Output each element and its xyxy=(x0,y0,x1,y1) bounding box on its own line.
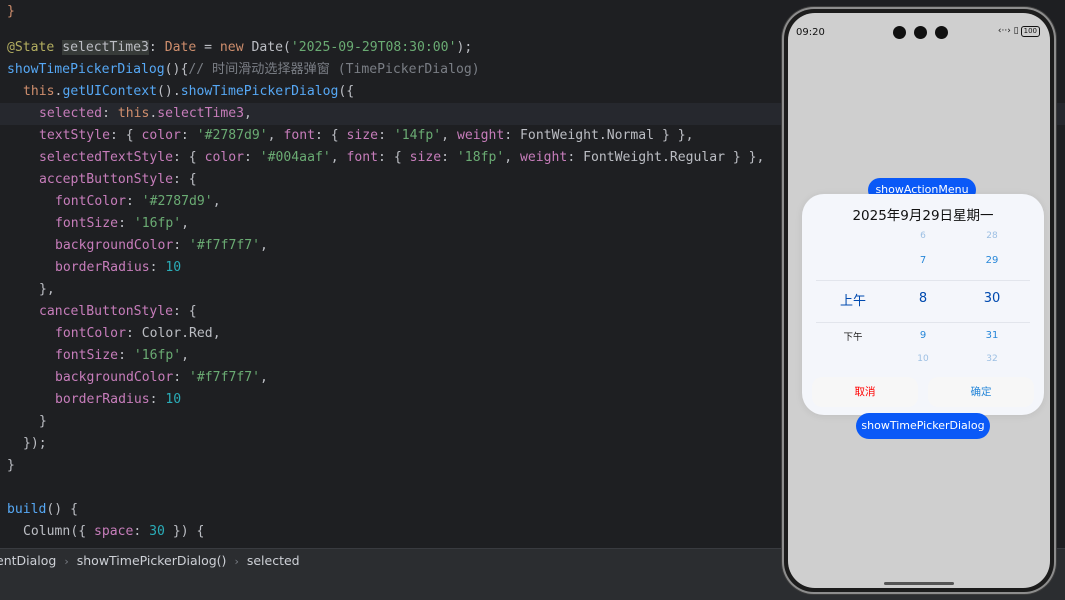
time-picker-dialog: 2025年9月29日星期一 上午 下午 6 7 8 9 10 28 29 30 xyxy=(802,194,1044,415)
minute-option[interactable]: 31 xyxy=(962,330,1022,341)
chevron-right-icon: › xyxy=(234,555,239,568)
status-clock: 09:20 xyxy=(796,27,825,38)
code-line: fontColor: '#2787d9', xyxy=(55,194,221,209)
ampm-selected[interactable]: 上午 xyxy=(823,290,883,309)
code-line: borderRadius: 10 xyxy=(55,392,182,407)
code-line: @State selectTime3: Date = new Date('202… xyxy=(7,40,473,55)
hour-option[interactable]: 10 xyxy=(893,354,953,364)
minute-option[interactable]: 29 xyxy=(962,255,1022,266)
hour-selected[interactable]: 8 xyxy=(893,291,953,306)
code-line: } xyxy=(7,458,15,473)
accept-button[interactable]: 确定 xyxy=(928,377,1034,407)
selection-divider-bottom xyxy=(816,322,1030,323)
code-line: fontColor: Color.Red, xyxy=(55,326,221,341)
home-indicator[interactable] xyxy=(884,582,954,585)
code-line: this.getUIContext().showTimePickerDialog… xyxy=(23,84,355,99)
breadcrumb-item[interactable]: selected xyxy=(247,549,300,572)
code-line: textStyle: { color: '#2787d9', font: { s… xyxy=(39,128,694,143)
dialog-title: 2025年9月29日星期一 xyxy=(852,208,994,224)
camera-icon xyxy=(935,26,948,39)
code-line: fontSize: '16fp', xyxy=(55,348,190,363)
cancel-button[interactable]: 取消 xyxy=(812,377,918,407)
battery-icon: 100 xyxy=(1020,26,1040,37)
camera-icon xyxy=(893,26,906,39)
code-line: } xyxy=(7,4,15,19)
minute-option[interactable]: 28 xyxy=(962,231,1022,241)
code-line: backgroundColor: '#f7f7f7', xyxy=(55,238,268,253)
hour-option[interactable]: 9 xyxy=(893,330,953,341)
code-line: selectedTextStyle: { color: '#004aaf', f… xyxy=(39,150,765,165)
phone-screen: 09:20 ‹··› ▯ 100 showActionMenu 2025年9月29… xyxy=(788,13,1050,588)
show-time-picker-dialog-button[interactable]: showTimePickerDialog xyxy=(856,413,990,439)
breadcrumb-item[interactable]: entDialog xyxy=(0,549,56,572)
code-line: acceptButtonStyle: { xyxy=(39,172,197,187)
chevron-right-icon: › xyxy=(64,555,69,568)
minute-option[interactable]: 32 xyxy=(962,354,1022,364)
ampm-option[interactable]: 下午 xyxy=(823,329,883,343)
signal-icon: ‹··› ▯ xyxy=(997,26,1019,36)
hour-option[interactable]: 6 xyxy=(893,231,953,241)
code-line: fontSize: '16fp', xyxy=(55,216,190,231)
code-line: } xyxy=(39,414,47,429)
status-bar: 09:20 ‹··› ▯ 100 xyxy=(788,13,1050,43)
system-icons: ‹··› ▯ 100 xyxy=(998,26,1040,37)
code-line: backgroundColor: '#f7f7f7', xyxy=(55,370,268,385)
code-line: Column({ space: 30 }) { xyxy=(23,524,205,539)
code-line: }); xyxy=(23,436,47,451)
code-line: }, xyxy=(39,282,55,297)
selection-divider-top xyxy=(816,280,1030,281)
code-line: borderRadius: 10 xyxy=(55,260,182,275)
hour-option[interactable]: 7 xyxy=(893,255,953,266)
code-line: build() { xyxy=(7,502,78,517)
breadcrumb-item[interactable]: showTimePickerDialog() xyxy=(77,549,227,572)
camera-icon xyxy=(914,26,927,39)
phone-preview: 09:20 ‹··› ▯ 100 showActionMenu 2025年9月29… xyxy=(784,9,1054,592)
code-line: cancelButtonStyle: { xyxy=(39,304,197,319)
minute-selected[interactable]: 30 xyxy=(962,291,1022,306)
code-line: showTimePickerDialog(){// 时间滑动选择器弹窗 (Tim… xyxy=(7,62,480,77)
